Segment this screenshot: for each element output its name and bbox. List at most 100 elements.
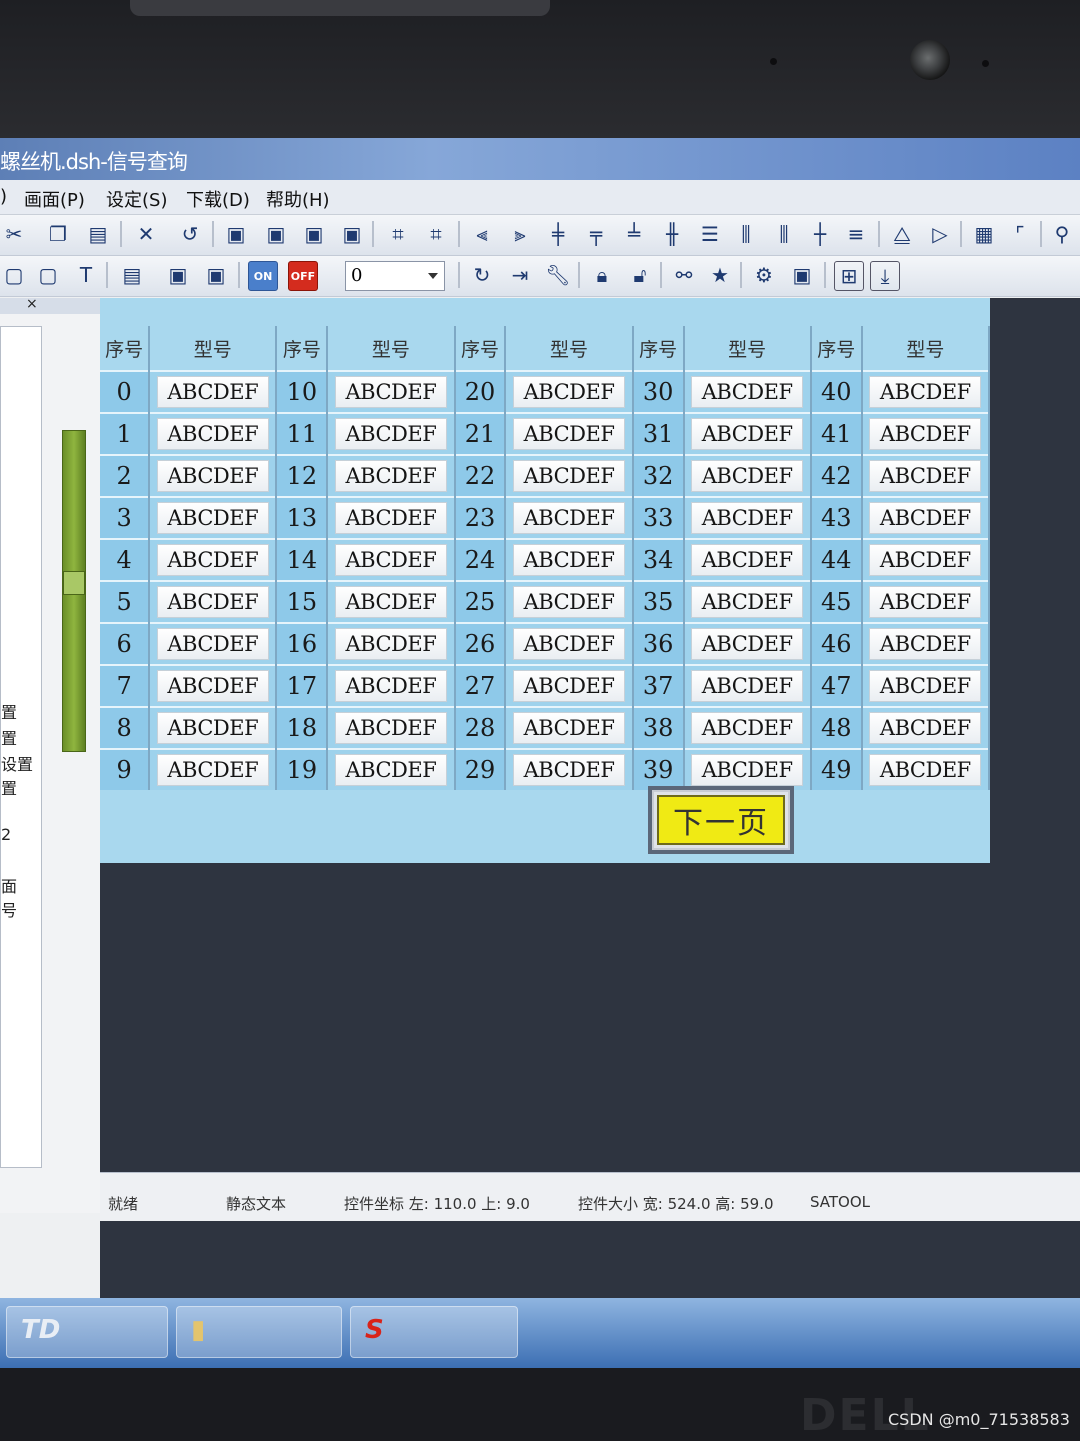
menu-download[interactable]: 下载(D) [186,186,250,212]
grid-icon[interactable]: ▦ [970,220,998,248]
model-value-field[interactable]: ABCDEF [869,502,982,534]
picture-icon[interactable]: ▣ [164,261,192,289]
send-back-icon[interactable]: ▣ [262,220,290,248]
model-value-field[interactable]: ABCDEF [869,460,982,492]
model-value-field[interactable]: ABCDEF [513,670,626,702]
lock-icon[interactable]: 🔒︎ [588,261,616,289]
model-value-field[interactable]: ABCDEF [156,628,269,660]
model-value-field[interactable]: ABCDEF [334,712,447,744]
model-value-field[interactable]: ABCDEF [156,586,269,618]
model-value-field[interactable]: ABCDEF [691,460,804,492]
align-right-icon[interactable]: ⫸ [506,220,534,248]
simulate-icon[interactable]: ▣ [788,261,816,289]
model-value-field[interactable]: ABCDEF [513,502,626,534]
model-value-field[interactable]: ABCDEF [869,628,982,660]
slider-thumb[interactable] [63,571,85,595]
forward-page-icon[interactable]: ⇥ [506,261,534,289]
window-icon[interactable]: ▢ [34,261,62,289]
model-value-field[interactable]: ABCDEF [334,586,447,618]
build-icon[interactable]: ⚙ [750,261,778,289]
align-left-icon[interactable]: ⫷ [468,220,496,248]
model-value-field[interactable]: ABCDEF [869,670,982,702]
menu-settings[interactable]: 设定(S) [106,186,167,212]
flip-icon[interactable]: ⧋ [888,220,916,248]
model-value-field[interactable]: ABCDEF [691,502,804,534]
on-switch-icon[interactable]: ON [248,261,278,291]
model-value-field[interactable]: ABCDEF [869,418,982,450]
off-switch-icon[interactable]: OFF [288,261,318,291]
model-value-field[interactable]: ABCDEF [334,628,447,660]
model-value-field[interactable]: ABCDEF [334,544,447,576]
document-icon[interactable]: ▤ [118,261,146,289]
model-value-field[interactable]: ABCDEF [156,670,269,702]
model-value-field[interactable]: ABCDEF [156,502,269,534]
model-value-field[interactable]: ABCDEF [691,670,804,702]
group-icon[interactable]: ⌗ [384,220,412,248]
undo-icon[interactable]: ↺ [176,220,204,248]
model-value-field[interactable]: ABCDEF [334,460,447,492]
align-top-icon[interactable]: ╤ [582,220,610,248]
model-value-field[interactable]: ABCDEF [156,376,269,408]
tree-item[interactable]: 号 [1,897,17,921]
close-icon[interactable]: × [26,296,38,312]
align-bottom-icon[interactable]: ╧ [620,220,648,248]
model-value-field[interactable]: ABCDEF [156,418,269,450]
model-value-field[interactable]: ABCDEF [513,376,626,408]
model-value-field[interactable]: ABCDEF [869,586,982,618]
model-value-field[interactable]: ABCDEF [869,544,982,576]
model-value-field[interactable]: ABCDEF [691,712,804,744]
model-value-field[interactable]: ABCDEF [691,544,804,576]
model-value-field[interactable]: ABCDEF [691,628,804,660]
binoculars-icon[interactable]: ⚯ [670,261,698,289]
backward-icon[interactable]: ▣ [338,220,366,248]
forward-icon[interactable]: ▣ [300,220,328,248]
tree-item[interactable]: 置 [1,699,17,723]
align-center-icon[interactable]: ╪ [544,220,572,248]
properties-icon[interactable]: ★ [706,261,734,289]
menu-help[interactable]: 帮助(H) [266,186,330,212]
text-icon[interactable]: T [72,261,100,289]
model-value-field[interactable]: ABCDEF [513,418,626,450]
table-view-icon[interactable]: ⊞ [834,261,864,291]
model-value-field[interactable]: ABCDEF [156,544,269,576]
model-value-field[interactable]: ABCDEF [513,754,626,786]
menu-picture[interactable]: 画面(P) [24,186,85,212]
tree-item[interactable]: 置 [1,725,17,749]
vertical-slider[interactable] [62,430,86,752]
model-value-field[interactable]: ABCDEF [869,376,982,408]
add-picture-icon[interactable]: ▣ [202,261,230,289]
model-value-field[interactable]: ABCDEF [691,586,804,618]
model-value-field[interactable]: ABCDEF [869,712,982,744]
next-page-button[interactable]: 下一页 [648,786,794,854]
same-width-icon[interactable]: ☰ [696,220,724,248]
model-value-field[interactable]: ABCDEF [334,502,447,534]
same-size-icon[interactable]: ⫼ [770,220,798,248]
taskbar-button[interactable]: S [350,1306,518,1358]
model-value-field[interactable]: ABCDEF [869,754,982,786]
value-combo[interactable]: 0 [345,261,445,291]
rotate-icon[interactable]: ▷ [926,220,954,248]
tree-item[interactable]: 置 [1,775,17,799]
bring-front-icon[interactable]: ▣ [222,220,250,248]
zoom-icon[interactable]: ⚲ [1048,220,1076,248]
refresh-icon[interactable]: ↻ [468,261,496,289]
taskbar-button[interactable]: ▮ [176,1306,342,1358]
align-middle-icon[interactable]: ╫ [658,220,686,248]
model-value-field[interactable]: ABCDEF [334,418,447,450]
model-value-field[interactable]: ABCDEF [513,628,626,660]
copy-icon[interactable]: ❐ [44,220,72,248]
corner-icon[interactable]: ⌜ [1006,220,1034,248]
model-value-field[interactable]: ABCDEF [513,544,626,576]
model-value-field[interactable]: ABCDEF [334,670,447,702]
ungroup-icon[interactable]: ⌗ [422,220,450,248]
taskbar-button[interactable]: TD [6,1306,168,1358]
model-value-field[interactable]: ABCDEF [691,754,804,786]
model-value-field[interactable]: ABCDEF [513,712,626,744]
model-value-field[interactable]: ABCDEF [513,586,626,618]
model-value-field[interactable]: ABCDEF [513,460,626,492]
space-h-icon[interactable]: ┼ [806,220,834,248]
model-value-field[interactable]: ABCDEF [334,754,447,786]
delete-icon[interactable]: ✕ [132,220,160,248]
project-tree[interactable]: 置 置 设置 置 2 面 号 [0,326,42,1168]
model-value-field[interactable]: ABCDEF [156,712,269,744]
